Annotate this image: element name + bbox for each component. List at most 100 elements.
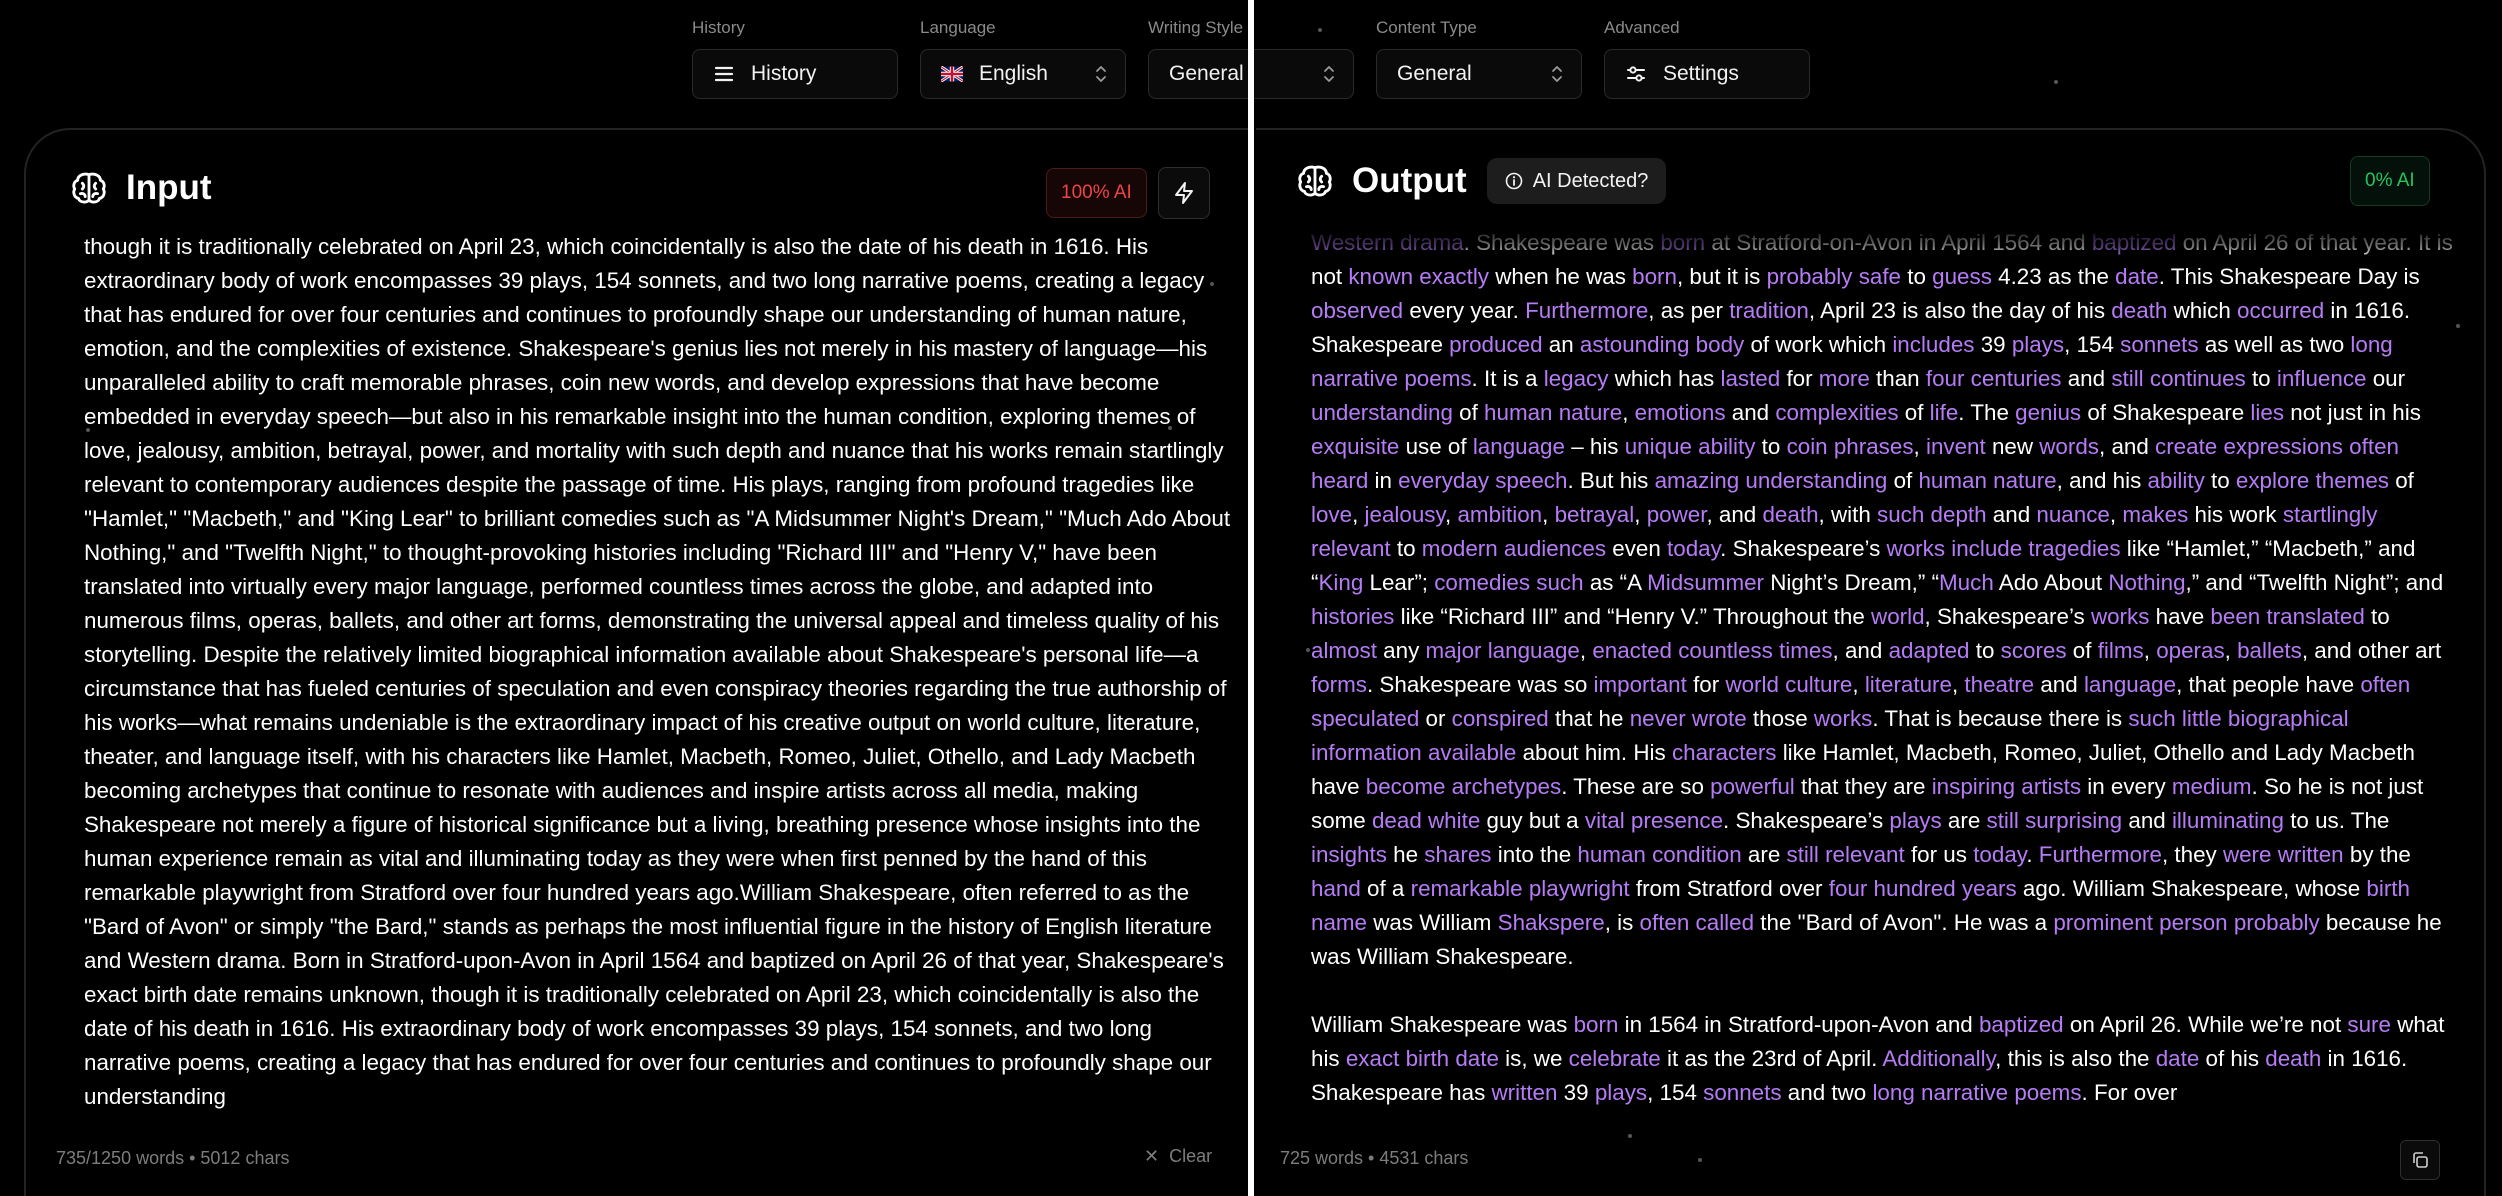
rewritten-word[interactable]: words	[2039, 434, 2099, 459]
rewritten-word[interactable]: such depth	[1877, 502, 1987, 527]
rewritten-word[interactable]: astounding body	[1580, 332, 1744, 357]
rewritten-word[interactable]: medium	[2172, 774, 2252, 799]
rewritten-word[interactable]: invent	[1926, 434, 1986, 459]
rewritten-word[interactable]: ability	[2148, 468, 2205, 493]
rewritten-word[interactable]: remarkable playwright	[1411, 876, 1630, 901]
rewritten-word[interactable]: human condition	[1577, 842, 1741, 867]
rewritten-word[interactable]: shares	[1424, 842, 1491, 867]
rewritten-word[interactable]: tradition	[1729, 298, 1809, 323]
rewritten-word[interactable]: still continues	[2111, 366, 2245, 391]
rewritten-word[interactable]: Additionally	[1882, 1046, 1995, 1071]
rewritten-word[interactable]: written	[1492, 1080, 1558, 1105]
rewritten-word[interactable]: films	[2098, 638, 2144, 663]
rewritten-word[interactable]: never wrote	[1630, 706, 1747, 731]
rewritten-word[interactable]: occurred	[2237, 298, 2324, 323]
rewritten-word[interactable]: important	[1594, 672, 1687, 697]
rewritten-word[interactable]: more	[1819, 366, 1870, 391]
rewritten-word[interactable]: still surprising	[1987, 808, 2123, 833]
rewritten-word[interactable]: world	[1871, 604, 1925, 629]
rewritten-word[interactable]: histories	[1311, 604, 1394, 629]
rewritten-word[interactable]: influence	[2277, 366, 2367, 391]
rewritten-word[interactable]: characters	[1672, 740, 1777, 765]
rewritten-word[interactable]: celebrate	[1569, 1046, 1661, 1071]
rewritten-word[interactable]: ambition	[1457, 502, 1542, 527]
rewritten-word[interactable]: plays	[1595, 1080, 1647, 1105]
rewritten-word[interactable]: language	[1473, 434, 1565, 459]
rewritten-word[interactable]: sonnets	[2120, 332, 2198, 357]
rewritten-word[interactable]: comedies such	[1434, 570, 1583, 595]
rewritten-word[interactable]: works	[2091, 604, 2149, 629]
rewritten-word[interactable]: still relevant	[1787, 842, 1905, 867]
rewritten-word[interactable]: Shakspere	[1498, 910, 1605, 935]
rewritten-word[interactable]: human nature	[1484, 400, 1622, 425]
rewritten-word[interactable]: sure	[2347, 1012, 2391, 1037]
rewritten-word[interactable]: ballets	[2237, 638, 2302, 663]
rewritten-word[interactable]: explore themes	[2236, 468, 2389, 493]
rewritten-word[interactable]: scores	[2001, 638, 2067, 663]
rewritten-word[interactable]: four hundred years	[1829, 876, 2017, 901]
rewritten-word[interactable]: jealousy	[1365, 502, 1446, 527]
rewritten-word[interactable]: emotions	[1635, 400, 1726, 425]
rewritten-word[interactable]: powerful	[1710, 774, 1795, 799]
rewritten-word[interactable]: been translated	[2210, 604, 2364, 629]
rewritten-word[interactable]: exquisite	[1311, 434, 1399, 459]
rewritten-word[interactable]: literature	[1865, 672, 1952, 697]
rewritten-word[interactable]: death	[2111, 298, 2167, 323]
rewritten-word[interactable]: everyday speech	[1398, 468, 1567, 493]
rewritten-word[interactable]: Nothing	[2108, 570, 2185, 595]
rewritten-word[interactable]: prominent person probably	[2053, 910, 2319, 935]
rewritten-word[interactable]: almost	[1311, 638, 1377, 663]
rewritten-word[interactable]: often called	[1640, 910, 1755, 935]
settings-button[interactable]: Settings	[1604, 49, 1810, 99]
rewritten-word[interactable]: legacy	[1544, 366, 1609, 391]
rewritten-word[interactable]: born	[1574, 1012, 1619, 1037]
rewritten-word[interactable]: exact birth date	[1346, 1046, 1499, 1071]
rewritten-word[interactable]: complexities	[1775, 400, 1898, 425]
rewritten-word[interactable]: insights	[1311, 842, 1387, 867]
language-select[interactable]: English	[920, 49, 1126, 99]
rewritten-word[interactable]: lasted	[1720, 366, 1780, 391]
rewritten-word[interactable]: theatre	[1964, 672, 2034, 697]
rewritten-word[interactable]: adapted	[1889, 638, 1970, 663]
rewritten-word[interactable]: amazing understanding	[1655, 468, 1888, 493]
humanize-lightning-button[interactable]	[1158, 167, 1210, 219]
copy-button[interactable]	[2400, 1140, 2440, 1180]
rewritten-word[interactable]: baptized	[1979, 1012, 2064, 1037]
rewritten-word[interactable]: death	[1762, 502, 1818, 527]
rewritten-word[interactable]: illuminating	[2172, 808, 2284, 833]
rewritten-word[interactable]: today	[1973, 842, 2026, 867]
rewritten-word[interactable]: observed	[1311, 298, 1403, 323]
rewritten-word[interactable]: makes	[2122, 502, 2188, 527]
rewritten-word[interactable]: world culture	[1725, 672, 1852, 697]
rewritten-word[interactable]: love	[1311, 502, 1352, 527]
rewritten-word[interactable]: death	[2265, 1046, 2321, 1071]
rewritten-word[interactable]: King	[1318, 570, 1363, 595]
rewritten-word[interactable]: major language	[1426, 638, 1580, 663]
rewritten-word[interactable]: known exactly	[1348, 264, 1489, 289]
panel-divider-handle[interactable]	[1248, 0, 1254, 1196]
rewritten-word[interactable]: date	[2156, 1046, 2200, 1071]
rewritten-word[interactable]: hand	[1311, 876, 1361, 901]
rewritten-word[interactable]: Much	[1939, 570, 1994, 595]
rewritten-word[interactable]: modern audiences	[1422, 536, 1606, 561]
clear-button[interactable]: ✕ Clear	[1144, 1146, 1212, 1167]
ai-detected-button[interactable]: AI Detected?	[1486, 158, 1667, 204]
rewritten-word[interactable]: plays	[1889, 808, 1941, 833]
rewritten-word[interactable]: guess	[1932, 264, 1992, 289]
rewritten-word[interactable]: lies	[2250, 400, 2284, 425]
rewritten-word[interactable]: were written	[2223, 842, 2344, 867]
rewritten-word[interactable]: date	[2115, 264, 2159, 289]
rewritten-word[interactable]: produced	[1449, 332, 1542, 357]
rewritten-word[interactable]: vital presence	[1585, 808, 1723, 833]
rewritten-word[interactable]: long narrative poems	[1872, 1080, 2081, 1105]
rewritten-word[interactable]: today	[1667, 536, 1720, 561]
rewritten-word[interactable]: born	[1632, 264, 1677, 289]
rewritten-word[interactable]: genius	[2015, 400, 2081, 425]
rewritten-word[interactable]: power	[1647, 502, 1707, 527]
rewritten-word[interactable]: life	[1930, 400, 1959, 425]
rewritten-word[interactable]: language	[2084, 672, 2176, 697]
rewritten-word[interactable]: Furthermore	[1525, 298, 1648, 323]
rewritten-word[interactable]: betrayal	[1555, 502, 1635, 527]
rewritten-word[interactable]: probably safe	[1767, 264, 1901, 289]
rewritten-word[interactable]: includes	[1892, 332, 1974, 357]
